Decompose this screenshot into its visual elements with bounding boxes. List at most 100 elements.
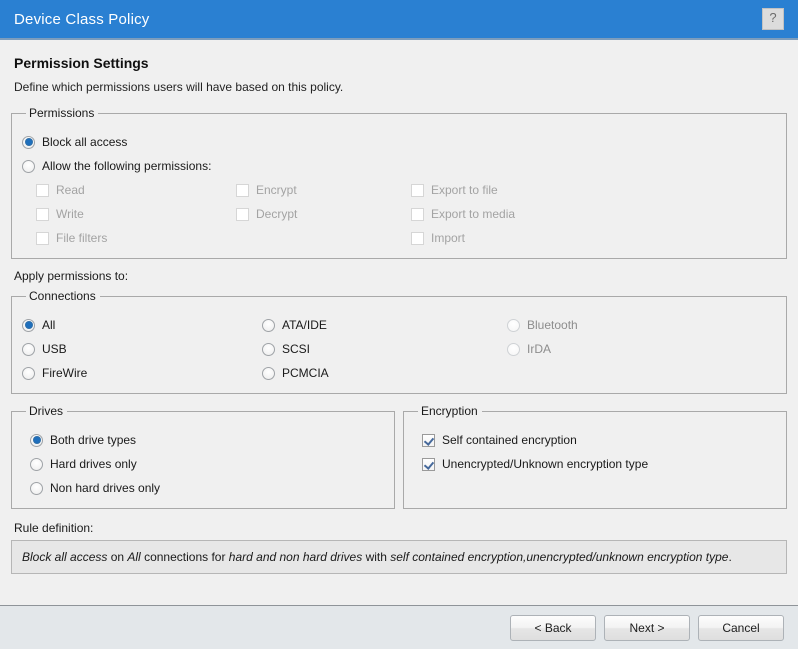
- option-label: Both drive types: [50, 433, 137, 447]
- radio-block-all-access[interactable]: Block all access: [22, 130, 776, 154]
- rule-definition-box: Block all access on All connections for …: [11, 540, 787, 574]
- checkbox-write: Write: [36, 202, 236, 226]
- cancel-button[interactable]: Cancel: [698, 614, 784, 641]
- option-label: File filters: [56, 231, 108, 245]
- radio-indicator: [22, 159, 35, 173]
- radio-indicator: [262, 366, 275, 380]
- checkbox-indicator: [411, 183, 424, 197]
- page-subtitle: Define which permissions users will have…: [14, 80, 344, 94]
- radio-indicator: [507, 318, 520, 332]
- wizard-page-content: Permission Settings Define which permiss…: [0, 40, 798, 605]
- checkbox-indicator: [36, 231, 49, 245]
- option-label: Allow the following permissions:: [42, 159, 212, 173]
- option-label: Export to file: [431, 183, 498, 197]
- encryption-legend: Encryption: [421, 404, 478, 418]
- option-label: Self contained encryption: [442, 433, 577, 447]
- checkbox-export-to-file: Export to file: [411, 178, 515, 202]
- checkbox-indicator: [36, 207, 49, 221]
- option-label: Export to media: [431, 207, 516, 221]
- apply-permissions-label: Apply permissions to:: [14, 269, 129, 283]
- radio-indicator: [30, 457, 43, 471]
- checkbox-indicator: [411, 207, 424, 221]
- radio-indicator: [22, 318, 35, 332]
- option-label: IrDA: [527, 342, 551, 356]
- device-class-policy-window: Device Class Policy ? Permission Setting…: [0, 0, 798, 649]
- permission-column-3: Export to file Export to media Import: [411, 178, 515, 250]
- checkbox-self-contained-encryption[interactable]: Self contained encryption: [422, 428, 776, 452]
- radio-hard-drives-only[interactable]: Hard drives only: [30, 452, 384, 476]
- window-title: Device Class Policy: [14, 10, 150, 28]
- permission-column-1: Read Write File filters: [36, 178, 236, 250]
- checkbox-export-to-media: Export to media: [411, 202, 515, 226]
- radio-indicator: [22, 342, 35, 356]
- radio-allow-following-permissions[interactable]: Allow the following permissions:: [22, 154, 776, 178]
- radio-connection-firewire[interactable]: FireWire: [22, 361, 262, 385]
- radio-connection-pcmcia[interactable]: PCMCIA: [262, 361, 507, 385]
- help-icon[interactable]: ?: [762, 8, 784, 30]
- connection-columns: All USB FireWire ATA/IDE SCSI PCMCIA Blu…: [22, 313, 776, 385]
- radio-connection-usb[interactable]: USB: [22, 337, 262, 361]
- radio-indicator: [262, 342, 275, 356]
- option-label: FireWire: [42, 366, 88, 380]
- window-titlebar: Device Class Policy ?: [0, 0, 798, 40]
- radio-indicator: [507, 342, 520, 356]
- rule-text: Block all access on All connections for …: [22, 550, 732, 564]
- checkbox-encrypt: Encrypt: [236, 178, 411, 202]
- permissions-legend: Permissions: [29, 106, 95, 120]
- radio-indicator: [262, 318, 275, 332]
- option-label: Bluetooth: [527, 318, 578, 332]
- encryption-group: Encryption Self contained encryption Une…: [403, 404, 787, 509]
- radio-connection-irda: IrDA: [507, 337, 578, 361]
- connection-column-1: All USB FireWire: [22, 313, 262, 385]
- option-label: Hard drives only: [50, 457, 137, 471]
- rule-definition-label: Rule definition:: [14, 521, 94, 535]
- checkbox-indicator: [411, 231, 424, 245]
- option-label: Import: [431, 231, 466, 245]
- checkbox-indicator: [36, 183, 49, 197]
- checkbox-unencrypted-unknown-type[interactable]: Unencrypted/Unknown encryption type: [422, 452, 776, 476]
- connection-column-3: Bluetooth IrDA: [507, 313, 578, 385]
- connections-legend: Connections: [29, 289, 96, 303]
- connections-group: Connections All USB FireWire ATA/IDE SCS…: [11, 289, 787, 394]
- drives-group: Drives Both drive types Hard drives only…: [11, 404, 395, 509]
- drives-encryption-row: Drives Both drive types Hard drives only…: [11, 404, 787, 509]
- option-label: SCSI: [282, 342, 311, 356]
- option-label: ATA/IDE: [282, 318, 327, 332]
- permissions-group: Permissions Block all access Allow the f…: [11, 106, 787, 259]
- drives-legend: Drives: [29, 404, 64, 418]
- wizard-footer: < Back Next > Cancel: [0, 605, 798, 649]
- option-label: Non hard drives only: [50, 481, 161, 495]
- radio-indicator: [22, 135, 35, 149]
- option-label: Block all access: [42, 135, 128, 149]
- radio-connection-bluetooth: Bluetooth: [507, 313, 578, 337]
- permission-checkbox-columns: Read Write File filters Encrypt Decrypt …: [22, 178, 776, 250]
- back-button[interactable]: < Back: [510, 614, 596, 641]
- next-button[interactable]: Next >: [604, 614, 690, 641]
- radio-connection-scsi[interactable]: SCSI: [262, 337, 507, 361]
- page-title: Permission Settings: [14, 55, 149, 71]
- option-label: Write: [56, 207, 84, 221]
- checkbox-indicator: [236, 207, 249, 221]
- permission-column-2: Encrypt Decrypt: [236, 178, 411, 250]
- connection-column-2: ATA/IDE SCSI PCMCIA: [262, 313, 507, 385]
- checkbox-decrypt: Decrypt: [236, 202, 411, 226]
- checkbox-indicator: [236, 183, 249, 197]
- option-label: All: [42, 318, 56, 332]
- option-label: Decrypt: [256, 207, 298, 221]
- checkbox-read: Read: [36, 178, 236, 202]
- radio-both-drive-types[interactable]: Both drive types: [30, 428, 384, 452]
- radio-non-hard-drives-only[interactable]: Non hard drives only: [30, 476, 384, 500]
- option-label: Read: [56, 183, 85, 197]
- radio-connection-ata-ide[interactable]: ATA/IDE: [262, 313, 507, 337]
- radio-connection-all[interactable]: All: [22, 313, 262, 337]
- radio-indicator: [30, 481, 43, 495]
- option-label: USB: [42, 342, 67, 356]
- checkbox-import: Import: [411, 226, 515, 250]
- option-label: PCMCIA: [282, 366, 329, 380]
- checkbox-indicator: [422, 457, 435, 471]
- option-label: Unencrypted/Unknown encryption type: [442, 457, 649, 471]
- checkbox-file-filters: File filters: [36, 226, 236, 250]
- checkbox-indicator: [422, 433, 435, 447]
- option-label: Encrypt: [256, 183, 297, 197]
- radio-indicator: [30, 433, 43, 447]
